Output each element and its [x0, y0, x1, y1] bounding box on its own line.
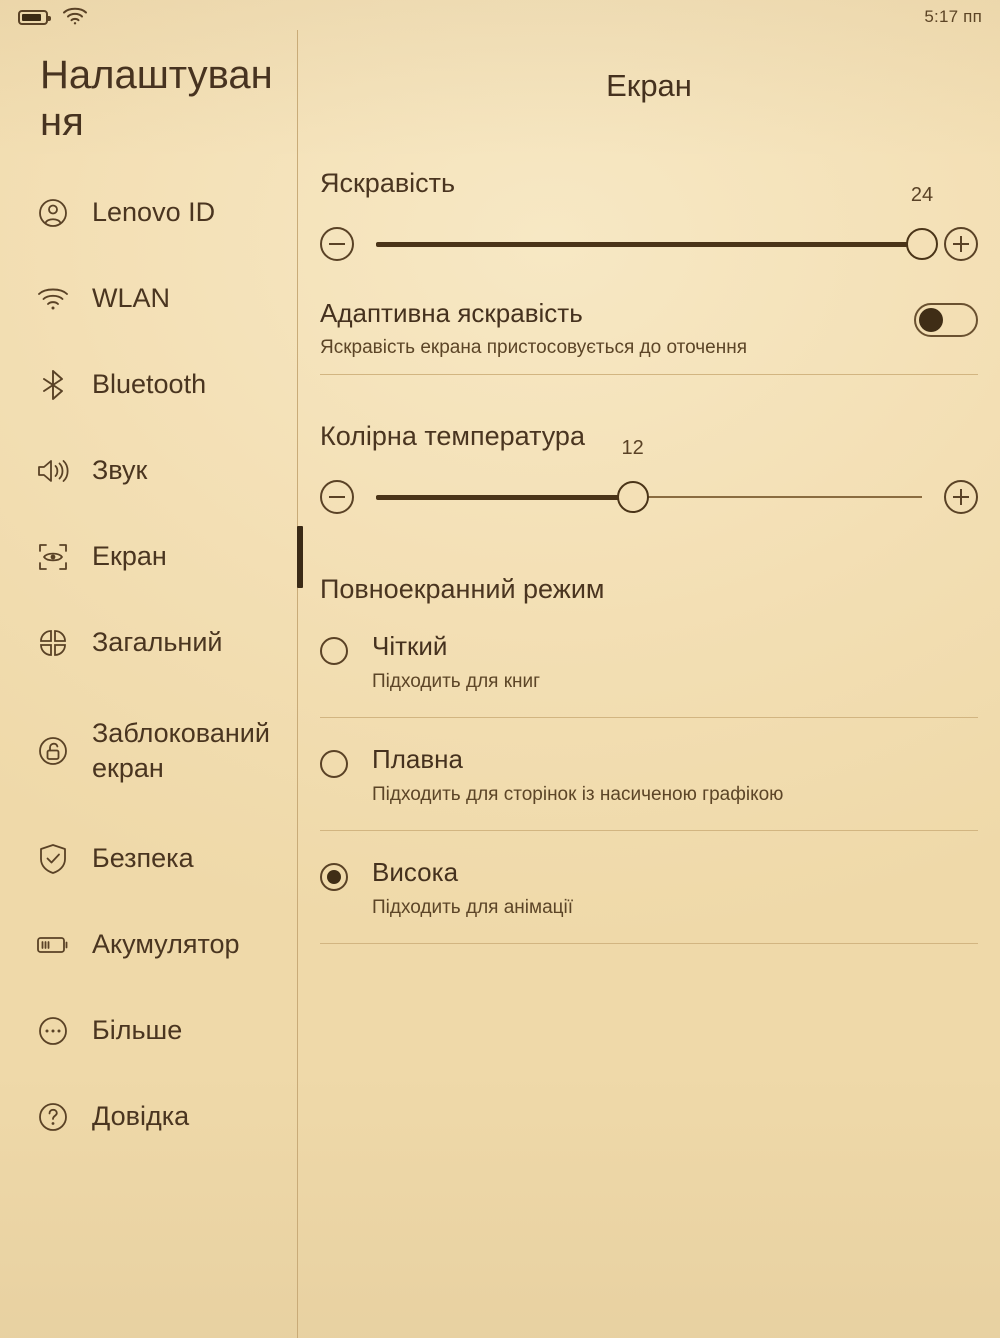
adaptive-brightness-title: Адаптивна яскравість — [320, 298, 583, 328]
sidebar-item-wlan[interactable]: WLAN — [0, 256, 297, 342]
sidebar-item-bluetooth[interactable]: Bluetooth — [0, 342, 297, 428]
radio-button[interactable] — [320, 750, 348, 779]
divider — [320, 942, 978, 944]
eye-frame-icon — [36, 540, 70, 574]
sidebar-item-lock-screen[interactable]: Заблокований екран — [0, 686, 297, 816]
adaptive-brightness-subtitle: Яскравість екрана пристосовується до ото… — [320, 336, 748, 358]
sidebar-item-label: Bluetooth — [92, 369, 207, 400]
fullscreen-option-subtitle: Підходить для сторінок із насиченою граф… — [372, 784, 784, 806]
color-temperature-minus-button[interactable] — [320, 480, 354, 515]
status-bar: 5:17 пп — [0, 0, 1000, 34]
sidebar-item-help[interactable]: Довідка — [0, 1074, 297, 1160]
brightness-value: 24 — [910, 184, 934, 206]
sidebar-item-label: Акумулятор — [92, 929, 240, 960]
clover-grid-icon — [36, 626, 70, 660]
brightness-heading: Яскравість — [320, 168, 456, 198]
brightness-minus-button[interactable] — [320, 227, 354, 261]
sidebar-item-screen[interactable]: Екран — [0, 514, 303, 600]
panel-title: Екран — [606, 68, 692, 103]
brightness-track-fill — [376, 242, 922, 247]
sidebar-item-label: Звук — [92, 455, 148, 486]
color-temperature-plus-button[interactable] — [944, 480, 978, 515]
sidebar: Налаштування Lenovo ID WLAN Bluetooth Зв… — [0, 34, 303, 1338]
brightness-slider[interactable]: 24 — [376, 184, 938, 275]
status-bar-right: 5:17 пп — [924, 7, 982, 27]
lock-open-icon — [36, 734, 70, 768]
bluetooth-icon — [36, 368, 70, 402]
fullscreen-mode-heading: Повноекранний режим — [320, 574, 605, 605]
sidebar-item-label: Lenovo ID — [92, 197, 216, 228]
color-temperature-track-fill — [376, 495, 633, 501]
fullscreen-option-subtitle: Підходить для анімації — [372, 897, 574, 919]
battery-icon — [36, 928, 70, 962]
adaptive-brightness-toggle[interactable] — [914, 303, 978, 337]
radio-button[interactable] — [320, 862, 348, 891]
sidebar-item-more[interactable]: Більше — [0, 988, 297, 1074]
sidebar-item-security[interactable]: Безпека — [0, 816, 297, 902]
fullscreen-option-subtitle: Підходить для книг — [372, 671, 541, 693]
sidebar-item-battery[interactable]: Акумулятор — [0, 902, 297, 988]
color-temperature-slider-row: 12 — [320, 437, 978, 528]
status-bar-left — [18, 5, 88, 30]
page-title: Налаштування — [40, 53, 273, 144]
shield-check-icon — [36, 842, 70, 876]
fullscreen-option-title: Плавна — [372, 744, 463, 775]
divider — [320, 374, 978, 376]
color-temperature-heading: Колірна температура — [320, 421, 585, 452]
fullscreen-option-texts: Плавна Підходить для сторінок із насичен… — [372, 744, 978, 808]
wifi-icon — [62, 5, 88, 30]
sidebar-item-label: Безпека — [92, 843, 194, 874]
screen-root: 5:17 пп Налаштування Lenovo ID WLAN Blue… — [0, 0, 1000, 1338]
speaker-icon — [36, 454, 70, 488]
brightness-thumb[interactable] — [906, 228, 938, 260]
toggle-knob — [919, 308, 943, 332]
main-panel: Екран Яскравість 24 Адаптивна яскравість… — [298, 34, 1000, 1338]
sidebar-item-label: Екран — [92, 541, 167, 572]
fullscreen-option-texts: Висока Підходить для анімації — [372, 857, 978, 921]
fullscreen-option-smooth[interactable]: Плавна Підходить для сторінок із насичен… — [320, 718, 978, 830]
more-dots-icon — [36, 1014, 70, 1048]
sidebar-item-label: Загальний — [92, 627, 223, 658]
sidebar-item-label: Довідка — [92, 1101, 190, 1132]
account-circle-icon — [36, 196, 70, 230]
wifi-icon — [36, 282, 70, 316]
fullscreen-option-texts: Чіткий Підходить для книг — [372, 631, 978, 695]
help-question-icon — [36, 1100, 70, 1134]
fullscreen-option-high[interactable]: Висока Підходить для анімації — [320, 831, 978, 943]
sidebar-nav: Lenovo ID WLAN Bluetooth Звук Екран Зага… — [0, 170, 303, 1160]
sidebar-item-label: Більше — [92, 1015, 183, 1046]
fullscreen-option-title: Чіткий — [372, 631, 448, 662]
sidebar-item-sound[interactable]: Звук — [0, 428, 297, 514]
fullscreen-option-clear[interactable]: Чіткий Підходить для книг — [320, 605, 978, 717]
sidebar-item-general[interactable]: Загальний — [0, 600, 297, 686]
fullscreen-option-title: Висока — [372, 856, 459, 887]
sidebar-item-lenovo-id[interactable]: Lenovo ID — [0, 170, 297, 256]
brightness-plus-button[interactable] — [944, 227, 978, 261]
radio-button[interactable] — [320, 637, 348, 666]
sidebar-item-label: WLAN — [92, 283, 171, 314]
battery-icon — [18, 9, 51, 25]
color-temperature-value: 12 — [621, 437, 644, 460]
brightness-slider-row: 24 — [320, 184, 978, 275]
status-time: 5:17 пп — [924, 7, 982, 26]
color-temperature-thumb[interactable] — [616, 481, 649, 514]
sidebar-item-label: Заблокований екран — [92, 718, 270, 783]
color-temperature-slider[interactable]: 12 — [376, 437, 922, 528]
adaptive-brightness-texts: Адаптивна яскравість Яскравість екрана п… — [320, 297, 914, 360]
adaptive-brightness-row[interactable]: Адаптивна яскравість Яскравість екрана п… — [320, 297, 978, 374]
